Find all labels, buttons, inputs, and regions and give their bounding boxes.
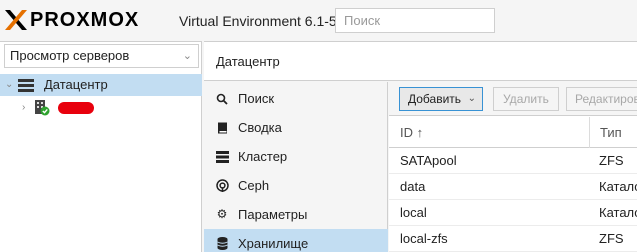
cell-id: local xyxy=(400,205,427,220)
cell-id: SATApool xyxy=(400,153,457,168)
cell-id: data xyxy=(400,179,426,194)
redacted-node-name xyxy=(58,102,94,114)
tree-item-label: Датацентр xyxy=(44,77,108,92)
proxmox-x-icon xyxy=(5,10,27,30)
search-input[interactable] xyxy=(335,8,495,33)
cell-type: Каталог xyxy=(599,179,637,194)
nav-item-label: Кластер xyxy=(238,149,288,164)
add-button-label: Добавить xyxy=(408,92,462,106)
add-button[interactable]: Добавить ⌄ xyxy=(399,87,483,111)
cell-id: local-zfs xyxy=(400,231,448,246)
cell-type: ZFS xyxy=(599,231,624,246)
table-row[interactable]: SATApool ZFS xyxy=(389,148,637,174)
table-row[interactable]: data Каталог xyxy=(389,174,637,200)
view-selector-value: Просмотр серверов xyxy=(10,48,130,63)
database-icon xyxy=(215,229,229,252)
delete-button-label: Удалить xyxy=(503,92,549,106)
chevron-down-icon[interactable]: ⌄ xyxy=(5,74,13,96)
ceph-icon xyxy=(215,171,229,200)
server-icon xyxy=(215,142,229,171)
edit-button[interactable]: Редактировать xyxy=(566,87,637,111)
content-header: Датацентр xyxy=(204,41,637,81)
tree-item-datacenter[interactable]: ⌄ Датацентр xyxy=(0,74,202,96)
chevron-down-icon: ⌄ xyxy=(182,50,192,62)
nav-item-label: Сводка xyxy=(238,120,282,135)
chevron-down-icon: ⌄ xyxy=(467,93,476,104)
cell-type: Каталог xyxy=(599,205,637,220)
nav-item-storage[interactable]: Хранилище xyxy=(204,229,388,252)
nav-item-search[interactable]: Поиск xyxy=(204,84,388,113)
nav-item-options[interactable]: ⚙ Параметры xyxy=(204,200,388,229)
toolbar: Добавить ⌄ Удалить Редактировать xyxy=(389,82,637,116)
logo-text: PROXMOX xyxy=(30,9,140,31)
nav-item-label: Параметры xyxy=(238,207,308,222)
column-header-type[interactable]: Тип xyxy=(589,117,637,148)
edit-button-label: Редактировать xyxy=(575,92,637,106)
page-title: Датацентр xyxy=(216,54,280,69)
nav-item-label: Хранилище xyxy=(238,236,309,251)
view-selector[interactable]: Просмотр серверов ⌄ xyxy=(4,44,199,68)
search-icon xyxy=(215,84,229,113)
book-icon xyxy=(215,113,229,142)
tree-item-node[interactable]: › xyxy=(0,97,202,119)
cell-type: ZFS xyxy=(599,153,624,168)
table-row[interactable]: local Каталог xyxy=(389,200,637,226)
nav-item-summary[interactable]: Сводка xyxy=(204,113,388,142)
top-header: PROXMOX Virtual Environment 6.1-5 xyxy=(0,0,637,41)
nav-item-label: Ceph xyxy=(238,178,270,193)
nav-item-ceph[interactable]: Ceph xyxy=(204,171,388,200)
nav-item-label: Поиск xyxy=(238,91,275,106)
datacenter-icon xyxy=(18,79,34,92)
column-header-id[interactable]: ID ↑ xyxy=(400,117,423,148)
node-online-icon xyxy=(35,100,50,116)
chevron-right-icon[interactable]: › xyxy=(22,97,25,119)
grid-header: ID ↑ Тип xyxy=(389,117,637,148)
resource-tree-panel: Просмотр серверов ⌄ ⌄ Датацентр › xyxy=(0,41,202,252)
delete-button[interactable]: Удалить xyxy=(493,87,559,111)
storage-panel: Добавить ⌄ Удалить Редактировать ID ↑ Ти… xyxy=(389,82,637,252)
gear-icon: ⚙ xyxy=(216,207,228,221)
datacenter-nav: Поиск Сводка Кластер Ceph ⚙ Параметры Хр… xyxy=(204,82,388,252)
version-label: Virtual Environment 6.1-5 xyxy=(179,13,337,29)
nav-item-cluster[interactable]: Кластер xyxy=(204,142,388,171)
proxmox-logo[interactable]: PROXMOX xyxy=(4,8,139,32)
table-row[interactable]: local-zfs ZFS xyxy=(389,226,637,252)
